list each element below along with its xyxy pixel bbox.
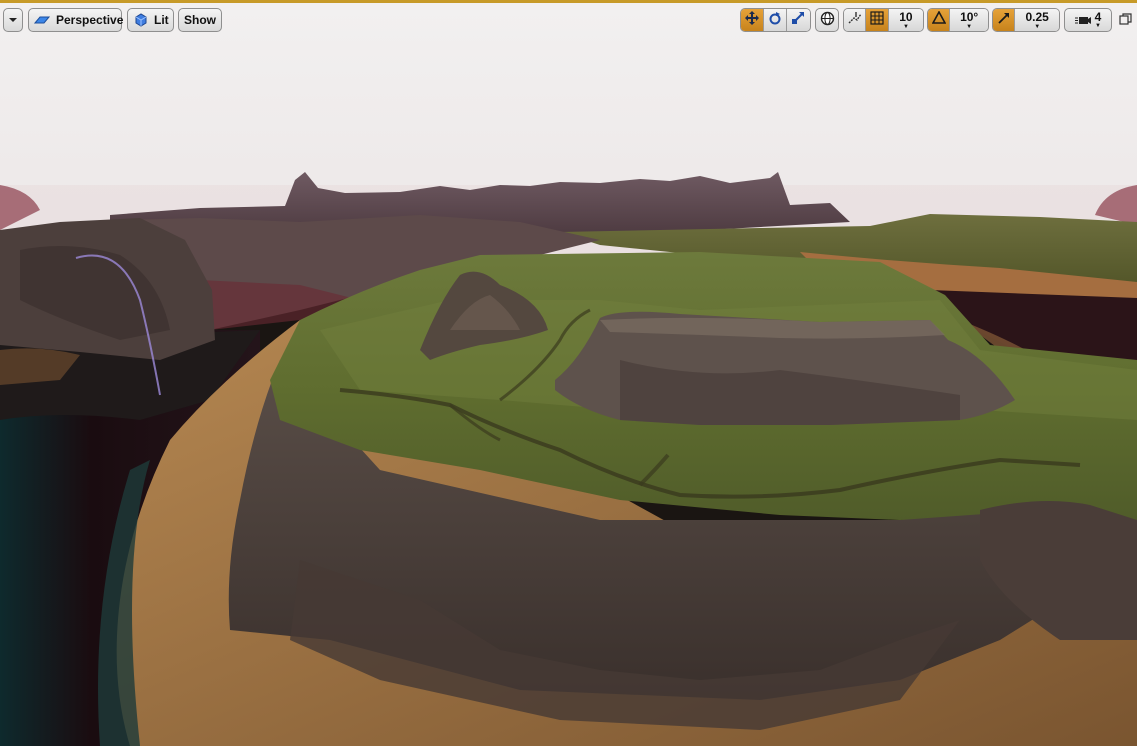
lit-label: Lit bbox=[154, 13, 169, 27]
camera-speed-dropdown[interactable]: 4 ▼ bbox=[1064, 8, 1112, 32]
scale-snap-value: 0.25 bbox=[1025, 9, 1049, 24]
show-button[interactable]: Show bbox=[178, 8, 222, 32]
angle-snap-icon bbox=[931, 9, 946, 30]
rotation-snap-value: 10° bbox=[960, 9, 979, 24]
landscape-scene bbox=[0, 0, 1137, 746]
show-label: Show bbox=[184, 13, 216, 27]
rotate-mode-button[interactable] bbox=[764, 9, 787, 31]
grid-snap-group: 10 ▼ bbox=[843, 8, 924, 32]
maximize-viewport-button[interactable] bbox=[1119, 13, 1132, 26]
lit-mode-icon bbox=[134, 13, 148, 27]
scale-snap-icon bbox=[997, 11, 1011, 30]
scale-mode-button[interactable] bbox=[786, 9, 810, 31]
grid-snap-value-dropdown[interactable]: 10 ▼ bbox=[888, 9, 923, 31]
coordinate-system-button[interactable] bbox=[815, 8, 839, 32]
rotation-snap-toggle[interactable] bbox=[928, 9, 951, 31]
scale-snap-group: 0.25 ▼ bbox=[992, 8, 1060, 32]
rotate-icon bbox=[768, 11, 782, 30]
surface-snap-icon bbox=[848, 11, 862, 30]
level-viewport[interactable]: Perspective Lit Show 10 ▼ 10° ▼ 0.25 ▼ 4… bbox=[0, 0, 1137, 746]
perspective-label: Perspective bbox=[56, 13, 124, 27]
camera-icon bbox=[1074, 14, 1091, 26]
viewport-active-border bbox=[0, 0, 1137, 3]
camera-speed-value: 4 bbox=[1094, 9, 1102, 24]
perspective-view-icon bbox=[34, 14, 50, 26]
move-arrows-icon bbox=[745, 10, 760, 30]
perspective-button[interactable]: Perspective bbox=[28, 8, 124, 32]
translate-mode-button[interactable] bbox=[741, 9, 765, 31]
grid-snap-toggle[interactable] bbox=[866, 9, 889, 31]
chevron-down-icon: ▼ bbox=[966, 23, 973, 30]
grid-icon bbox=[870, 10, 884, 30]
rotation-snap-value-dropdown[interactable]: 10° ▼ bbox=[950, 9, 988, 31]
chevron-down-icon: ▼ bbox=[902, 23, 909, 30]
viewport-options-button[interactable] bbox=[3, 8, 23, 32]
chevron-down-icon: ▼ bbox=[1034, 23, 1041, 30]
scale-snap-toggle[interactable] bbox=[993, 9, 1016, 31]
lit-button[interactable]: Lit bbox=[127, 8, 174, 32]
globe-icon bbox=[820, 11, 835, 29]
transform-mode-group bbox=[740, 8, 811, 32]
scale-icon bbox=[791, 11, 805, 30]
chevron-down-icon bbox=[8, 13, 18, 27]
grid-snap-value: 10 bbox=[899, 9, 913, 24]
surface-snap-button[interactable] bbox=[844, 9, 867, 31]
restore-window-icon bbox=[1119, 13, 1132, 30]
rotation-snap-group: 10° ▼ bbox=[927, 8, 989, 32]
chevron-down-icon: ▼ bbox=[1095, 22, 1101, 29]
scale-snap-value-dropdown[interactable]: 0.25 ▼ bbox=[1015, 9, 1059, 31]
